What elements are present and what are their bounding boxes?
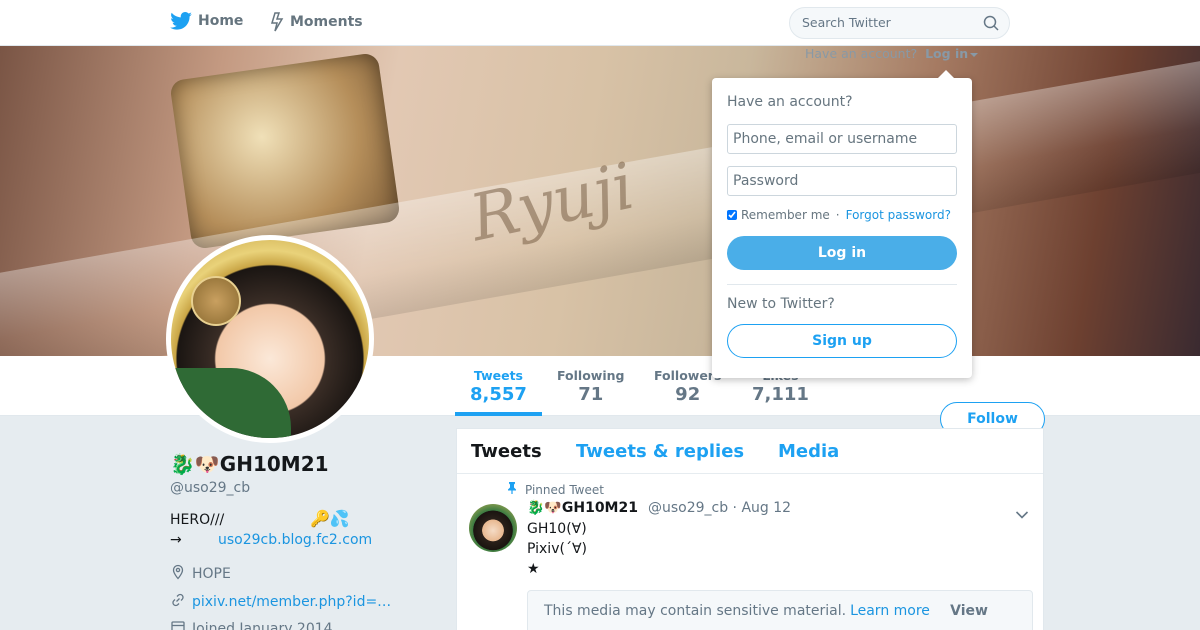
tab-media[interactable]: Media [778, 441, 839, 462]
username-field[interactable] [727, 124, 957, 154]
pinned-tweet-label: Pinned Tweet [507, 482, 604, 497]
chevron-down-icon[interactable] [1015, 505, 1029, 524]
remember-me-label[interactable]: Remember me [741, 208, 830, 222]
profile-website[interactable]: pixiv.net/member.php?id=… [170, 592, 391, 612]
stat-value: 8,557 [470, 384, 527, 405]
timeline-tabs: Tweets Tweets & replies Media [457, 429, 1043, 474]
nav-home-label: Home [198, 13, 244, 29]
twitter-bird-icon [170, 12, 192, 30]
calendar-icon [170, 619, 186, 630]
tab-tweets[interactable]: Tweets [471, 441, 542, 462]
account-hint-text: Have an account? [805, 46, 918, 61]
top-nav: Home Moments [0, 0, 1200, 46]
learn-more-link[interactable]: Learn more [850, 603, 930, 619]
profile-bio-arrow: → [170, 532, 182, 548]
stat-following[interactable]: Following 71 [557, 368, 624, 405]
profile-joined: Joined January 2014 [170, 619, 333, 630]
timeline: Tweets Tweets & replies Media Pinned Twe… [456, 428, 1044, 630]
tweet-text-line: GH10(∀) [527, 521, 587, 537]
divider [727, 284, 957, 285]
pin-icon [507, 482, 517, 497]
stat-label: Following [557, 368, 625, 383]
avatar-image [171, 240, 369, 438]
tweet-handle-date[interactable]: @uso29_cb · Aug 12 [648, 500, 791, 516]
forgot-password-link[interactable]: Forgot password? [846, 208, 951, 222]
tab-tweets-replies[interactable]: Tweets & replies [576, 441, 744, 462]
stat-tweets[interactable]: Tweets 8,557 [470, 368, 527, 405]
remember-me-checkbox[interactable] [727, 210, 737, 220]
tweet-display-name[interactable]: 🐉🐶GH10M21 [527, 500, 638, 516]
separator-dot: · [835, 208, 840, 222]
profile-avatar[interactable] [166, 235, 374, 443]
view-media-button[interactable]: View [950, 603, 988, 619]
account-hint: Have an account? Log in [805, 46, 979, 61]
location-text: HOPE [192, 566, 231, 582]
login-dropdown-title: Have an account? [727, 94, 853, 110]
profile-display-name: 🐉🐶GH10M21 [170, 452, 329, 476]
tweet-text-line: Pixiv(´∀) [527, 541, 587, 557]
search-box [789, 7, 1010, 39]
lightning-icon [270, 12, 284, 32]
sensitive-media-notice: This media may contain sensitive materia… [527, 590, 1033, 630]
joined-text: Joined January 2014 [192, 621, 333, 630]
location-pin-icon [170, 564, 186, 584]
login-button[interactable]: Log in [727, 236, 957, 270]
stat-value: 71 [578, 384, 604, 405]
search-input[interactable] [802, 15, 972, 30]
profile-handle[interactable]: @uso29_cb [170, 480, 250, 496]
nav-moments[interactable]: Moments [270, 12, 363, 32]
profile-bio-line: HERO/// [170, 512, 225, 528]
tweet-header: 🐉🐶GH10M21 @uso29_cb · Aug 12 [527, 500, 791, 516]
link-icon [170, 592, 186, 612]
tweet-text-line: ★ [527, 561, 540, 577]
profile-location: HOPE [170, 564, 231, 584]
active-stat-underline [455, 412, 542, 416]
stat-value: 7,111 [752, 384, 809, 405]
search-icon[interactable] [983, 15, 999, 35]
avatar-emblem [191, 276, 241, 326]
pinned-text: Pinned Tweet [525, 482, 604, 497]
stat-value: 92 [675, 384, 701, 405]
avatar-jacket [171, 368, 291, 438]
new-to-twitter-label: New to Twitter? [727, 296, 835, 312]
website-text[interactable]: pixiv.net/member.php?id=… [192, 594, 391, 610]
signup-button[interactable]: Sign up [727, 324, 957, 358]
sensitive-message: This media may contain sensitive materia… [544, 603, 930, 619]
password-field[interactable] [727, 166, 957, 196]
tweet-avatar[interactable] [469, 504, 517, 552]
login-dropdown-toggle[interactable]: Log in [925, 46, 979, 61]
profile-bio-link[interactable]: uso29cb.blog.fc2.com [218, 532, 372, 548]
stat-label: Tweets [473, 368, 523, 383]
login-dropdown: Have an account? Remember me · Forgot pa… [712, 70, 972, 378]
nav-home[interactable]: Home [170, 12, 243, 30]
nav-moments-label: Moments [290, 14, 363, 30]
caret-down-icon [970, 52, 979, 57]
remember-row: Remember me · Forgot password? [727, 208, 951, 222]
profile-bio-emoji: 🔑💦 [310, 509, 350, 528]
